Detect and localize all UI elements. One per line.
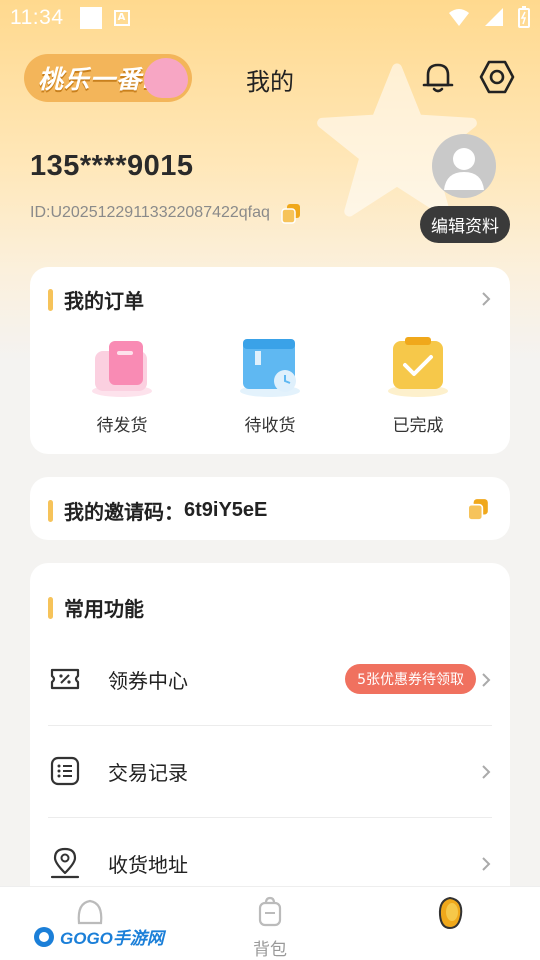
profile-mascot-icon	[438, 896, 463, 930]
menu-label: 收货地址	[108, 853, 188, 877]
user-id: ID:U20251229113322087422qfaq	[30, 204, 270, 221]
invite-row: 我的邀请码： 6t9iY5eE	[48, 496, 267, 525]
title-accent-bar	[48, 499, 53, 522]
nav-item-profile[interactable]	[390, 895, 510, 937]
notification-bell-icon[interactable]	[419, 58, 457, 96]
signal-icon	[485, 8, 503, 26]
copy-uid-icon[interactable]	[280, 202, 302, 224]
order-pending-shipment[interactable]: 待发货	[62, 335, 182, 436]
location-icon	[50, 847, 80, 879]
watermark-logo-icon	[34, 926, 54, 947]
edit-profile-button[interactable]: 编辑资料	[420, 206, 510, 243]
wifi-icon	[449, 9, 469, 26]
delivery-box-icon	[92, 341, 152, 397]
orders-chevron-right-icon[interactable]	[480, 291, 492, 307]
menu-label: 交易记录	[108, 761, 188, 785]
nav-item-backpack[interactable]: 背包	[210, 895, 330, 960]
receive-package-icon	[240, 339, 300, 397]
order-pending-receipt[interactable]: 待收货	[210, 335, 330, 436]
orders-card: 我的订单 待发货 待收货 已完成	[30, 267, 510, 454]
completed-check-icon	[388, 337, 448, 397]
title-accent-bar	[48, 596, 53, 619]
coupon-icon	[50, 668, 80, 690]
nav-label: 背包	[253, 940, 287, 960]
functions-section-title: 常用功能	[48, 593, 144, 622]
order-label: 待发货	[96, 416, 148, 436]
avatar[interactable]	[432, 134, 496, 198]
list-icon	[50, 756, 80, 786]
menu-item-transaction-records[interactable]: 交易记录	[30, 726, 510, 818]
battery-icon	[518, 6, 530, 28]
page-title: 我的	[246, 68, 294, 96]
status-time: 11:34	[10, 6, 64, 29]
order-label: 已完成	[392, 416, 444, 436]
chevron-right-icon	[482, 857, 491, 871]
chevron-right-icon	[482, 673, 491, 687]
invite-label: 我的邀请码：	[64, 500, 184, 524]
status-bar: 11:34 A	[0, 0, 540, 36]
invite-code: 6t9iY5eE	[184, 499, 268, 521]
accessibility-a-icon: A	[113, 10, 130, 26]
notification-square-icon	[79, 7, 102, 29]
orders-section-title: 我的订单	[48, 285, 144, 314]
chevron-right-icon	[482, 765, 491, 779]
invite-card: 我的邀请码： 6t9iY5eE	[30, 477, 510, 540]
uid-row: ID:U20251229113322087422qfaq	[30, 202, 302, 224]
default-avatar-icon	[444, 148, 484, 190]
orders-title-text: 我的订单	[64, 289, 144, 313]
watermark-text: GOGO手游网	[60, 929, 164, 948]
backpack-icon	[258, 896, 282, 927]
copy-invite-code-icon[interactable]	[466, 497, 490, 521]
watermark: GOGO手游网	[32, 924, 164, 949]
user-phone: 135****9015	[30, 150, 194, 182]
menu-item-coupon-center[interactable]: 领券中心 5张优惠券待领取	[30, 634, 510, 726]
title-accent-bar	[48, 288, 53, 311]
order-completed[interactable]: 已完成	[358, 335, 478, 436]
settings-icon[interactable]	[478, 58, 516, 96]
functions-card: 常用功能 领券中心 5张优惠券待领取 交易记录 收货地址	[30, 563, 510, 903]
functions-title-text: 常用功能	[64, 597, 144, 621]
menu-label: 领券中心	[108, 669, 188, 693]
coupon-badge: 5张优惠券待领取	[345, 664, 476, 694]
order-label: 待收货	[244, 416, 296, 436]
